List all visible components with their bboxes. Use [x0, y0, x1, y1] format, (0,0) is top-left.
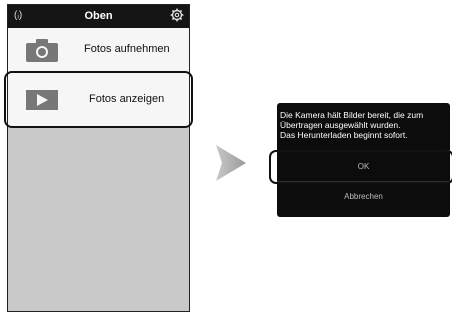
- arrow-right-icon: [216, 145, 246, 181]
- dialog-message-line: Übertragen ausgewählt wurden.: [280, 120, 401, 130]
- selection-highlight: [4, 71, 193, 128]
- menu-item-label: Fotos aufnehmen: [84, 43, 170, 55]
- phone-screen: (ᵢ) Oben Fotos aufnehmen Fotos anzeigen: [7, 4, 190, 312]
- cancel-button[interactable]: Abbrechen: [277, 187, 450, 207]
- page-title: Oben: [84, 10, 113, 22]
- menu-item-take-photos[interactable]: Fotos aufnehmen: [8, 28, 189, 73]
- dialog-message-line: Das Herunterladen beginnt sofort.: [280, 130, 408, 140]
- dialog-message: Die Kamera hält Bilder bereit, die zum Ü…: [280, 110, 448, 140]
- camera-icon: [26, 39, 58, 62]
- gear-icon[interactable]: [170, 8, 184, 22]
- dialog-message-line: Die Kamera hält Bilder bereit, die zum: [280, 110, 424, 120]
- ok-selection-highlight: [269, 150, 452, 184]
- top-bar: (ᵢ) Oben: [8, 5, 189, 28]
